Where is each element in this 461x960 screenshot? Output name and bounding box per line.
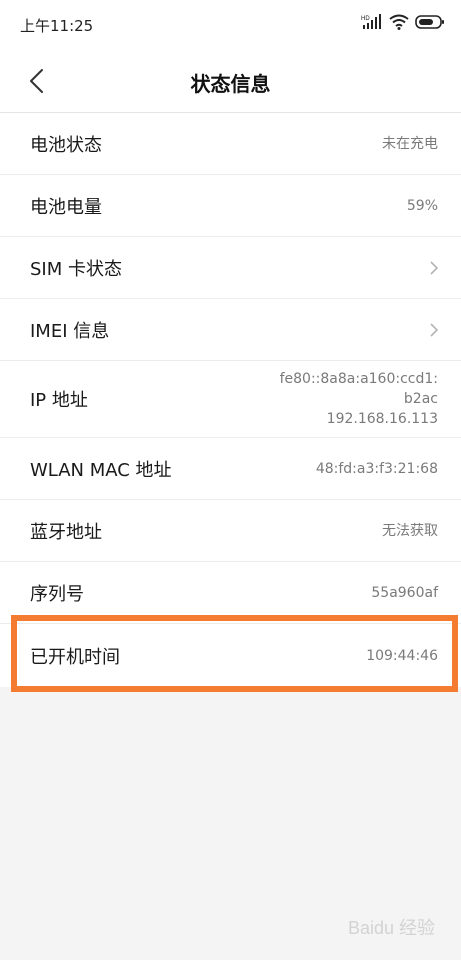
ip-line-3: 192.168.16.113 [326, 411, 438, 427]
row-value: 48:fd:a3:f3:21:68 [315, 460, 438, 477]
signal-icon: HD [361, 14, 381, 29]
row-value: 55a960af [371, 584, 438, 601]
row-label: 蓝牙地址 [30, 521, 102, 543]
chevron-right-icon [430, 260, 439, 275]
row-serial-number: 序列号 55a960af [0, 562, 461, 624]
network-label: HD [361, 16, 370, 22]
status-icons: HD [361, 14, 445, 30]
row-value: 109:44:46 [366, 647, 438, 664]
chevron-right-icon [430, 322, 439, 337]
header: 状态信息 [0, 50, 461, 113]
status-time: 上午11:25 [20, 17, 94, 35]
row-label: 已开机时间 [30, 646, 120, 668]
watermark: Baidu 经验 [347, 918, 435, 938]
wifi-icon [389, 14, 409, 30]
row-label: WLAN MAC 地址 [30, 459, 172, 481]
row-wlan-mac: WLAN MAC 地址 48:fd:a3:f3:21:68 [0, 438, 461, 500]
ip-line-1: fe80::8a8a:a160:ccd1: [279, 371, 438, 387]
row-bluetooth-address: 蓝牙地址 无法获取 [0, 500, 461, 562]
status-bar: 上午11:25 HD [0, 0, 461, 50]
row-ip-address: IP 地址 fe80::8a8a:a160:ccd1: b2ac 192.168… [0, 361, 461, 438]
row-sim-status[interactable]: SIM 卡状态 [0, 237, 461, 299]
row-value: fe80::8a8a:a160:ccd1: b2ac 192.168.16.11… [280, 369, 438, 429]
row-uptime: 已开机时间 109:44:46 [0, 624, 461, 687]
ip-line-2: b2ac [403, 391, 438, 407]
row-label: SIM 卡状态 [30, 258, 122, 280]
row-value: 未在充电 [382, 135, 438, 152]
row-value: 59% [406, 197, 438, 214]
status-info-list: 电池状态 未在充电 电池电量 59% SIM 卡状态 IMEI 信息 IP 地址… [0, 113, 461, 687]
row-label: 序列号 [30, 583, 84, 605]
row-label: 电池状态 [30, 134, 102, 156]
row-value: 无法获取 [382, 522, 438, 539]
row-label: IMEI 信息 [30, 320, 110, 342]
row-imei-info[interactable]: IMEI 信息 [0, 299, 461, 361]
row-battery-status: 电池状态 未在充电 [0, 113, 461, 175]
row-label: IP 地址 [30, 390, 88, 411]
page-title: 状态信息 [190, 72, 271, 96]
battery-icon [415, 15, 444, 29]
row-label: 电池电量 [30, 196, 102, 218]
row-battery-level: 电池电量 59% [0, 175, 461, 237]
